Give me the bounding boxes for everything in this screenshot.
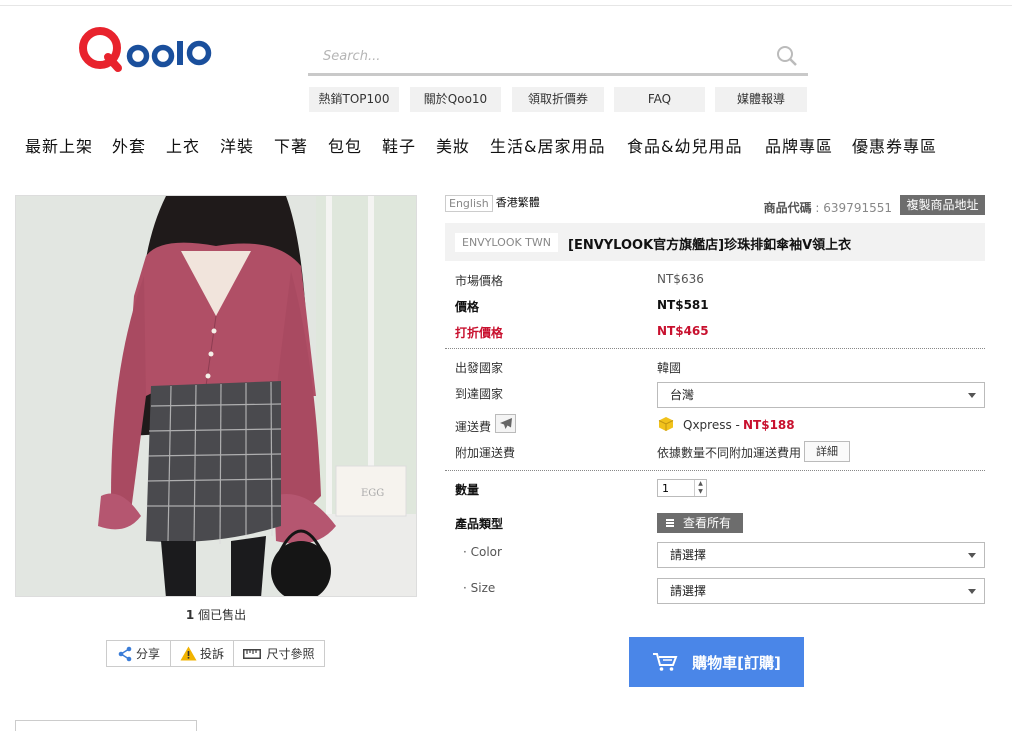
color-select[interactable]: 請選擇 <box>657 542 985 568</box>
divider <box>445 348 985 349</box>
svg-text:EGG: EGG <box>361 488 384 499</box>
size-select-value: 請選擇 <box>670 584 707 598</box>
share-button[interactable]: 分享 <box>107 641 170 666</box>
market-price-label: 市場價格 <box>455 274 504 288</box>
discount-price: NT$465 <box>657 324 709 338</box>
shipping-detail-button[interactable]: 詳細 <box>804 441 850 462</box>
view-all-button[interactable]: 查看所有 <box>657 513 743 533</box>
top-divider <box>0 5 1012 6</box>
size-guide-label: 尺寸參照 <box>266 647 315 661</box>
category-new[interactable]: 最新上架 <box>25 133 93 157</box>
option-type-label: 產品類型 <box>455 517 504 531</box>
category-brands[interactable]: 品牌專區 <box>765 133 833 157</box>
lang-traditional-chinese[interactable]: 香港繁體 <box>493 195 543 212</box>
category-bags[interactable]: 包包 <box>328 133 362 157</box>
category-bottoms[interactable]: 下著 <box>274 133 308 157</box>
quantity-spinner: ▲ ▼ <box>694 480 706 496</box>
origin-label: 出發國家 <box>455 361 504 375</box>
product-title: [ENVYLOOK官方旗艦店]珍珠排釦傘袖V領上衣 <box>568 238 852 253</box>
add-to-cart-button[interactable]: 購物車[訂購] <box>629 637 804 687</box>
search-bar <box>308 40 808 76</box>
origin-country: 韓國 <box>657 361 682 375</box>
share-bar: 分享 投訴 尺寸參照 <box>106 640 325 667</box>
category-food-baby[interactable]: 食品&幼兒用品 <box>627 133 742 157</box>
ruler-icon <box>243 648 262 660</box>
category-coupons[interactable]: 優惠券專區 <box>852 133 937 157</box>
list-icon <box>666 519 674 527</box>
quick-link-coupon[interactable]: 領取折價券 <box>512 87 604 112</box>
price: NT$581 <box>657 298 709 312</box>
category-shoes[interactable]: 鞋子 <box>382 133 416 157</box>
shipping-fee: NT$188 <box>743 418 795 432</box>
search-input[interactable] <box>308 40 748 72</box>
shipping-method: Qxpress - <box>683 418 740 432</box>
size-guide-button[interactable]: 尺寸參照 <box>233 641 324 666</box>
quick-link-media[interactable]: 媒體報導 <box>715 87 807 112</box>
copy-url-button[interactable]: 複製商品地址 <box>900 195 985 215</box>
quick-link-faq[interactable]: FAQ <box>614 87 705 112</box>
chevron-down-icon <box>968 553 976 558</box>
quantity-input[interactable] <box>658 480 692 496</box>
price-label: 價格 <box>455 300 480 314</box>
color-option-label: · Color <box>463 545 502 559</box>
product-image[interactable]: EGG <box>15 195 417 597</box>
warning-icon <box>180 646 197 661</box>
destination-value: 台灣 <box>670 388 695 402</box>
cart-label: 購物車[訂購] <box>692 653 781 672</box>
color-select-value: 請選擇 <box>670 548 707 562</box>
cart-icon <box>652 652 678 672</box>
lang-english[interactable]: English <box>445 195 493 212</box>
bottom-panel <box>15 720 197 731</box>
category-outerwear[interactable]: 外套 <box>112 133 146 157</box>
category-tops[interactable]: 上衣 <box>166 133 200 157</box>
destination-select[interactable]: 台灣 <box>657 382 985 408</box>
increment-icon[interactable]: ▲ <box>695 480 706 488</box>
category-beauty[interactable]: 美妝 <box>436 133 470 157</box>
view-all-label: 查看所有 <box>683 516 732 530</box>
sold-count: 1 個已售出 <box>185 608 247 622</box>
size-option-label: · Size <box>463 581 496 595</box>
quantity-label: 數量 <box>455 483 480 497</box>
shipping-label: 運送費 <box>455 420 492 434</box>
search-icon[interactable] <box>776 45 798 67</box>
quantity-stepper: ▲ ▼ <box>657 479 707 497</box>
report-label: 投訴 <box>199 647 224 661</box>
share-label: 分享 <box>135 647 160 661</box>
share-icon <box>117 646 133 662</box>
chevron-down-icon <box>968 393 976 398</box>
decrement-icon[interactable]: ▼ <box>695 488 706 496</box>
extra-shipping-text: 依據數量不同附加運送費用 <box>657 446 802 460</box>
quick-link-top100[interactable]: 熱銷TOP100 <box>309 87 399 112</box>
category-dresses[interactable]: 洋裝 <box>220 133 254 157</box>
product-title-bar: ENVYLOOK TWN [ENVYLOOK官方旗艦店]珍珠排釦傘袖V領上衣 <box>445 223 985 261</box>
language-switch: English 香港繁體 <box>445 195 543 212</box>
divider <box>445 470 985 471</box>
extra-shipping-label: 附加運送費 <box>455 446 516 460</box>
discount-price-label: 打折價格 <box>455 326 504 340</box>
airplane-icon[interactable] <box>495 414 516 433</box>
market-price: NT$636 <box>657 272 704 286</box>
chevron-down-icon <box>968 589 976 594</box>
quick-link-about[interactable]: 關於Qoo10 <box>410 87 501 112</box>
qoo10-logo[interactable] <box>78 24 218 76</box>
report-button[interactable]: 投訴 <box>170 641 233 666</box>
brand-badge[interactable]: ENVYLOOK TWN <box>455 233 559 252</box>
size-select[interactable]: 請選擇 <box>657 578 985 604</box>
category-home[interactable]: 生活&居家用品 <box>490 133 605 157</box>
package-icon <box>658 416 674 432</box>
product-code: 商品代碼 : 639791551 <box>763 201 892 215</box>
destination-label: 到達國家 <box>455 387 504 401</box>
